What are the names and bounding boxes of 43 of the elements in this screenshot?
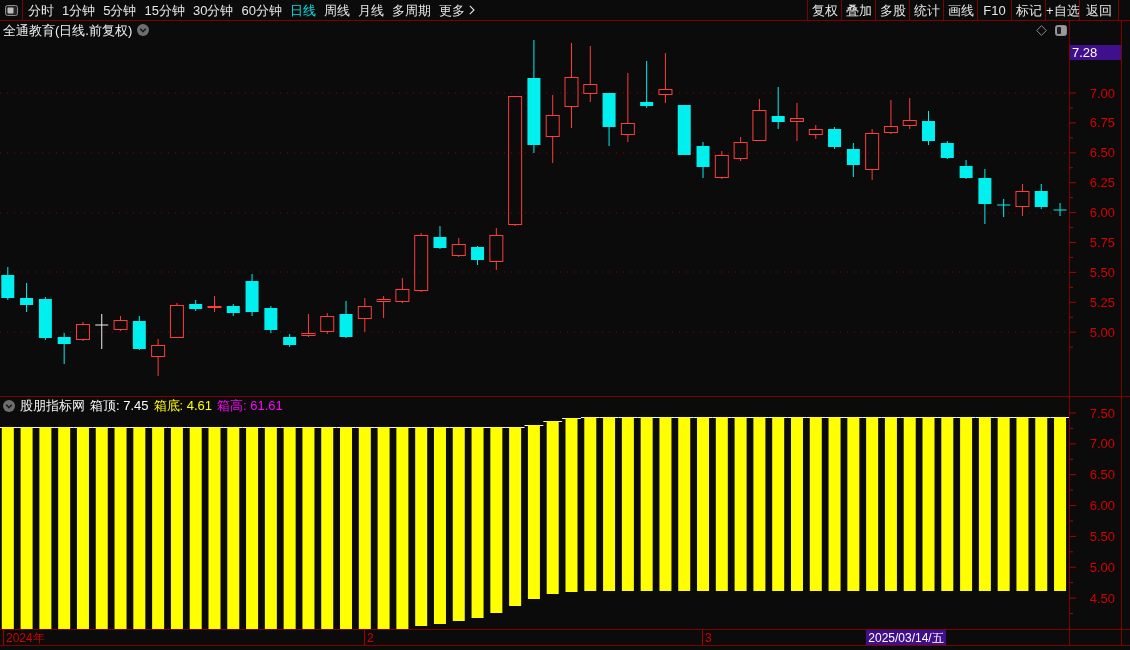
price-axis-label: 5.75 (1089, 235, 1115, 250)
more-button[interactable]: 更多 (438, 3, 475, 17)
toolbar-action-button[interactable]: +自选 (1045, 0, 1079, 20)
price-axis-label: 5.00 (1089, 325, 1115, 340)
toolbar-action-button[interactable]: 返回 (1079, 0, 1119, 20)
period-tab[interactable]: 多周期 (391, 3, 431, 17)
period-tab[interactable]: 周线 (323, 3, 350, 17)
indicator-axis-label: 4.50 (1089, 591, 1115, 606)
price-axis-label: 5.25 (1089, 295, 1115, 310)
toolbar-action-button[interactable]: 复权 (807, 0, 841, 20)
price-axis-label: 7.00 (1089, 86, 1115, 100)
period-tab[interactable]: 分时 (28, 3, 54, 17)
indicator-axis-label: 6.00 (1089, 498, 1115, 513)
date-axis-label: 3 (705, 630, 712, 645)
period-tab[interactable]: 日线 (289, 3, 316, 17)
price-axis-label: 6.75 (1089, 115, 1115, 130)
period-tab[interactable]: 5分钟 (103, 3, 137, 17)
price-axis-label: 6.00 (1089, 205, 1115, 220)
period-tab[interactable]: 1分钟 (62, 3, 96, 17)
indicator-axis-label: 5.00 (1089, 560, 1115, 575)
price-axis-label: 6.50 (1089, 145, 1115, 160)
indicator-axis-label: 7.00 (1089, 436, 1115, 451)
period-tab[interactable]: 月线 (357, 3, 384, 17)
period-tab[interactable]: 60分钟 (241, 3, 282, 17)
period-tab[interactable]: 15分钟 (144, 3, 185, 17)
toolbar-action-button[interactable]: 多股 (875, 0, 909, 20)
panel-toggle-icon (4, 4, 18, 16)
toolbar-action-button[interactable]: 统计 (909, 0, 943, 20)
price-axis-label: 5.50 (1089, 265, 1115, 280)
toolbar-action-button[interactable]: F10 (977, 0, 1011, 20)
indicator-axis-label: 7.50 (1089, 406, 1115, 420)
toolbar-action-button[interactable]: 画线 (943, 0, 977, 20)
indicator-axis-label: 5.50 (1089, 529, 1115, 544)
date-axis-label: 2024年 (6, 630, 45, 645)
price-axis-label: 6.25 (1089, 175, 1115, 190)
cursor-date-tag: 2025/03/14/五 (866, 630, 946, 645)
toolbar-action-button[interactable]: 标记 (1011, 0, 1045, 20)
chevron-right-icon (468, 5, 475, 15)
date-axis-label: 2 (367, 630, 374, 645)
toolbar-action-button[interactable]: 叠加 (841, 0, 875, 20)
indicator-axis-label: 6.50 (1089, 467, 1115, 482)
period-tab[interactable]: 30分钟 (192, 3, 234, 17)
current-price-tag: 7.28 (1070, 45, 1121, 60)
